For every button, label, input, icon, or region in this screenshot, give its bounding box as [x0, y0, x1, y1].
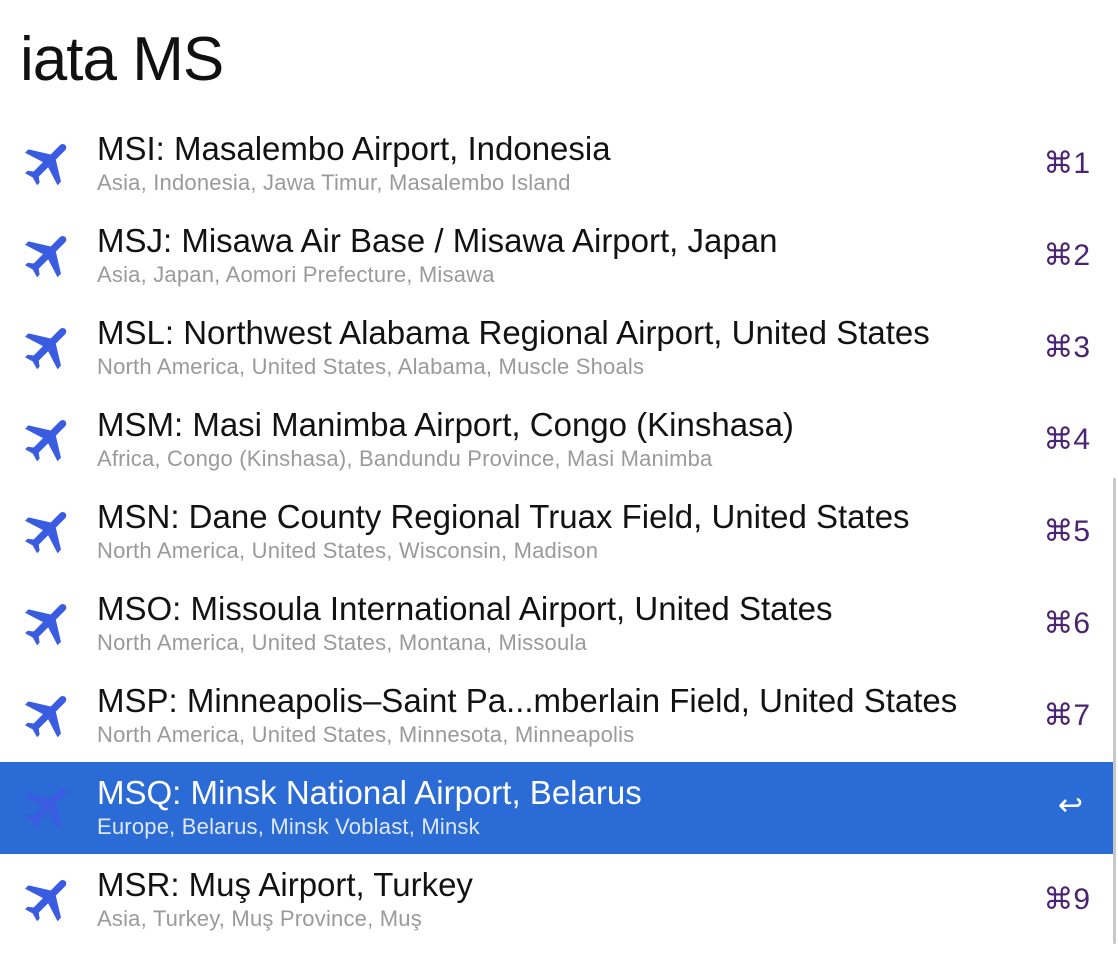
results-list: MSI: Masalembo Airport, Indonesia Asia, … — [0, 118, 1113, 946]
launcher-window: iata MS MSI: Masalembo Airport, Indonesi… — [0, 0, 1118, 954]
result-shortcut: ⌘4 — [1043, 423, 1090, 456]
result-title: MSJ: Misawa Air Base / Misawa Airport, J… — [97, 222, 778, 259]
return-key-icon: ↩ — [1057, 789, 1083, 822]
result-row-selected[interactable]: MSQ: Minsk National Airport, Belarus Eur… — [0, 762, 1113, 854]
result-title: MSP: Minneapolis–Saint Pa...mberlain Fie… — [97, 682, 958, 719]
result-row[interactable]: MSP: Minneapolis–Saint Pa...mberlain Fie… — [0, 670, 1113, 762]
result-shortcut: ⌘9 — [1043, 883, 1090, 916]
airplane-icon — [20, 686, 78, 744]
search-bar[interactable]: iata MS — [0, 0, 1118, 118]
airplane-icon — [20, 318, 78, 376]
result-shortcut: ⌘6 — [1043, 607, 1090, 640]
result-shortcut: ⌘1 — [1043, 147, 1090, 180]
result-row[interactable]: MSM: Masi Manimba Airport, Congo (Kinsha… — [0, 394, 1113, 486]
airplane-icon — [20, 594, 78, 652]
result-subtitle: Asia, Turkey, Muş Province, Muş — [97, 906, 422, 931]
result-row[interactable]: MSL: Northwest Alabama Regional Airport,… — [0, 302, 1113, 394]
result-row[interactable]: MSR: Muş Airport, Turkey Asia, Turkey, M… — [0, 854, 1113, 946]
airplane-icon — [20, 502, 78, 560]
result-subtitle: North America, United States, Montana, M… — [97, 630, 587, 655]
result-row[interactable]: MSN: Dane County Regional Truax Field, U… — [0, 486, 1113, 578]
result-shortcut: ⌘5 — [1043, 515, 1090, 548]
result-title: MSL: Northwest Alabama Regional Airport,… — [97, 314, 930, 351]
result-title: MSO: Missoula International Airport, Uni… — [97, 590, 833, 627]
result-shortcut: ⌘3 — [1043, 331, 1090, 364]
result-subtitle: Europe, Belarus, Minsk Voblast, Minsk — [97, 814, 480, 839]
airplane-icon — [20, 134, 78, 192]
result-title: MSN: Dane County Regional Truax Field, U… — [97, 498, 910, 535]
result-row[interactable]: MSO: Missoula International Airport, Uni… — [0, 578, 1113, 670]
result-subtitle: Asia, Japan, Aomori Prefecture, Misawa — [97, 262, 495, 287]
result-title: MSM: Masi Manimba Airport, Congo (Kinsha… — [97, 406, 794, 443]
result-title: MSI: Masalembo Airport, Indonesia — [97, 130, 611, 167]
result-subtitle: North America, United States, Alabama, M… — [97, 354, 645, 379]
airplane-icon — [20, 410, 78, 468]
result-subtitle: North America, United States, Wisconsin,… — [97, 538, 599, 563]
scrollbar[interactable] — [1113, 478, 1116, 944]
airplane-icon — [20, 870, 78, 928]
result-title: MSR: Muş Airport, Turkey — [97, 866, 473, 903]
result-subtitle: Asia, Indonesia, Jawa Timur, Masalembo I… — [97, 170, 571, 195]
result-title: MSQ: Minsk National Airport, Belarus — [97, 774, 642, 811]
result-row[interactable]: MSI: Masalembo Airport, Indonesia Asia, … — [0, 118, 1113, 210]
result-subtitle: North America, United States, Minnesota,… — [97, 722, 635, 747]
airplane-icon — [20, 226, 78, 284]
result-subtitle: Africa, Congo (Kinshasa), Bandundu Provi… — [97, 446, 713, 471]
result-shortcut: ⌘7 — [1043, 699, 1090, 732]
airplane-icon — [20, 778, 78, 836]
result-row[interactable]: MSJ: Misawa Air Base / Misawa Airport, J… — [0, 210, 1113, 302]
search-input[interactable]: iata MS — [20, 24, 224, 96]
result-shortcut: ⌘2 — [1043, 239, 1090, 272]
